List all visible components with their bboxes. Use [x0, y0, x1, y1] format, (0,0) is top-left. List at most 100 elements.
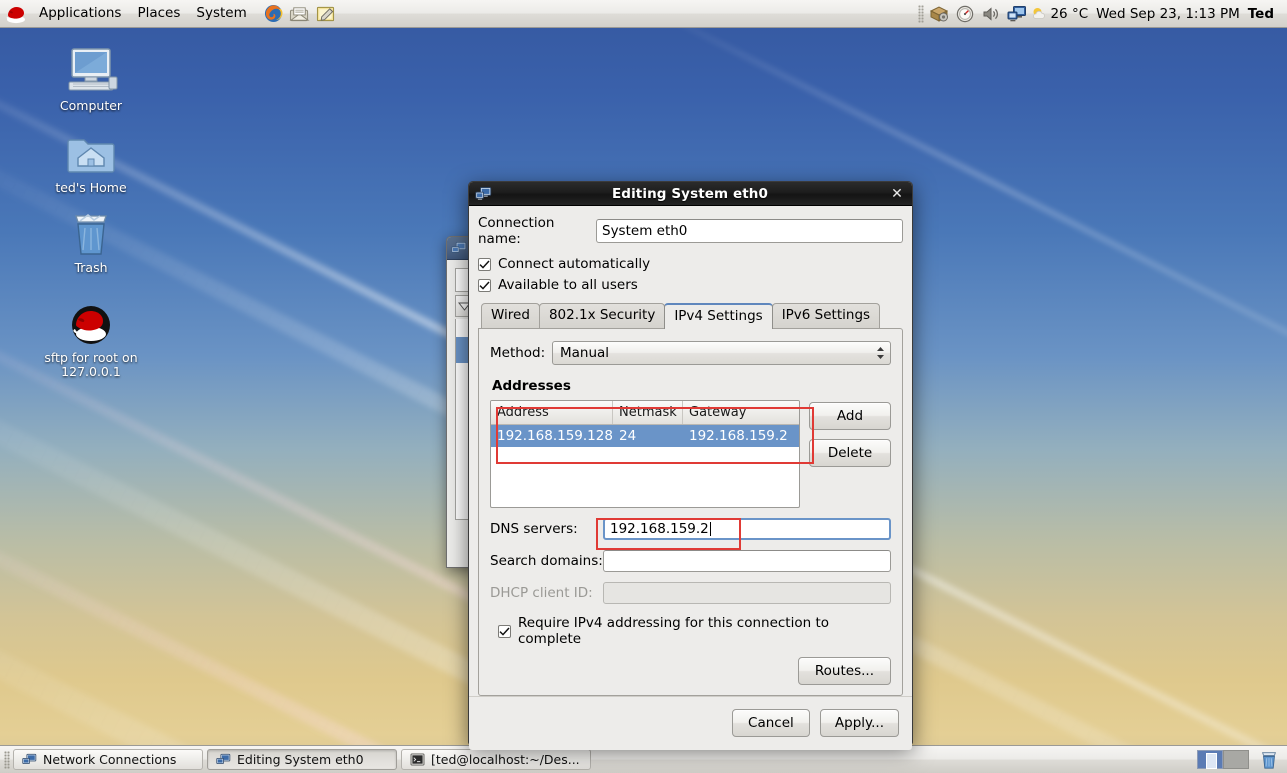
desktop-screen: Applications Places System — [0, 0, 1287, 773]
dhcp-client-id-input — [603, 582, 891, 604]
evolution-launcher-icon[interactable] — [287, 3, 313, 25]
cell-gateway: 192.168.159.2 — [683, 425, 799, 447]
menu-applications[interactable]: Applications — [32, 3, 128, 24]
dns-servers-label: DNS servers: — [490, 521, 603, 537]
routes-button[interactable]: Routes... — [798, 657, 891, 685]
menu-system[interactable]: System — [189, 3, 253, 24]
workspace-window-preview — [1206, 753, 1217, 769]
clock[interactable]: Wed Sep 23, 1:13 PM — [1090, 6, 1246, 22]
dns-servers-row: DNS servers: 192.168.159.2 — [490, 518, 891, 540]
cancel-button[interactable]: Cancel — [732, 709, 810, 737]
text-cursor — [710, 522, 711, 536]
require-ipv4-row[interactable]: Require IPv4 addressing for this connect… — [498, 615, 891, 647]
dialog-titlebar[interactable]: Editing System eth0 ✕ — [469, 182, 912, 206]
connect-automatically-checkbox[interactable] — [478, 258, 491, 271]
method-value: Manual — [560, 345, 874, 361]
taskbar-item-terminal[interactable]: [ted@localhost:~/Des... — [401, 749, 591, 770]
available-all-users-checkbox[interactable] — [478, 279, 491, 292]
connect-automatically-row[interactable]: Connect automatically — [478, 256, 903, 272]
addresses-buttons: Add Delete — [809, 400, 891, 508]
addresses-table-header: Address Netmask Gateway — [491, 401, 799, 425]
redhat-logo-icon[interactable] — [5, 4, 27, 24]
volume-icon[interactable] — [978, 3, 1004, 25]
column-address[interactable]: Address — [491, 401, 613, 424]
temperature-label: 26 °C — [1050, 6, 1090, 22]
add-button[interactable]: Add — [809, 402, 891, 430]
firefox-launcher-icon[interactable] — [261, 3, 287, 25]
home-folder-icon — [26, 126, 156, 178]
terminal-icon — [410, 753, 425, 766]
dhcp-client-id-label: DHCP client ID: — [490, 585, 603, 601]
desktop-icon-label: Computer — [58, 99, 124, 113]
table-row[interactable]: 192.168.159.128 24 192.168.159.2 — [491, 425, 799, 447]
method-label: Method: — [490, 345, 552, 361]
system-monitor-icon[interactable] — [952, 3, 978, 25]
tab-bar: Wired 802.1x Security IPv4 Settings IPv6… — [478, 303, 903, 328]
addresses-area: Address Netmask Gateway 192.168.159.128 … — [490, 400, 891, 508]
username-label[interactable]: Ted — [1246, 6, 1280, 22]
cell-netmask: 24 — [613, 425, 683, 447]
connection-name-row: Connection name: System eth0 — [478, 215, 903, 247]
partly-cloudy-icon[interactable] — [1030, 3, 1050, 25]
addresses-table-body: 192.168.159.128 24 192.168.159.2 — [491, 425, 799, 507]
ipv4-settings-panel: Method: Manual Addresses Address Netmask — [478, 328, 903, 696]
network-connections-icon — [22, 753, 37, 766]
connection-name-label: Connection name: — [478, 215, 596, 247]
column-netmask[interactable]: Netmask — [613, 401, 683, 424]
taskbar-item-editing-system-eth0[interactable]: Editing System eth0 — [207, 749, 397, 770]
require-ipv4-checkbox[interactable] — [498, 625, 511, 638]
dns-servers-input[interactable]: 192.168.159.2 — [603, 518, 891, 540]
gedit-launcher-icon[interactable] — [313, 3, 339, 25]
tab-wired[interactable]: Wired — [481, 303, 540, 328]
desktop-icon-label: ted's Home — [53, 181, 128, 195]
connect-automatically-label: Connect automatically — [498, 256, 650, 272]
taskbar-item-network-connections[interactable]: Network Connections — [13, 749, 203, 770]
chevron-updown-icon — [874, 346, 886, 360]
tab-ipv6-settings[interactable]: IPv6 Settings — [772, 303, 880, 328]
editing-connection-dialog: Editing System eth0 ✕ Connection name: S… — [468, 181, 913, 745]
addresses-table[interactable]: Address Netmask Gateway 192.168.159.128 … — [490, 400, 800, 508]
addresses-section-title: Addresses — [492, 378, 891, 394]
desktop-icon-home[interactable]: ted's Home — [26, 126, 156, 195]
desktop-icon-sftp-mount[interactable]: sftp for root on 127.0.0.1 — [26, 296, 156, 379]
close-icon[interactable]: ✕ — [886, 185, 908, 202]
desktop-icon-trash[interactable]: Trash — [26, 206, 156, 275]
taskbar-item-label: [ted@localhost:~/Des... — [431, 752, 580, 767]
cell-address: 192.168.159.128 — [491, 425, 613, 447]
tab-8021x-security[interactable]: 802.1x Security — [539, 303, 665, 328]
delete-button[interactable]: Delete — [809, 439, 891, 467]
workspace-2[interactable] — [1223, 750, 1249, 769]
available-all-users-label: Available to all users — [498, 277, 638, 293]
desktop-icon-label: sftp for root on 127.0.0.1 — [26, 351, 156, 379]
sftp-mount-icon — [26, 296, 156, 348]
desktop-icon-label: Trash — [72, 261, 109, 275]
top-panel-right: 26 °C Wed Sep 23, 1:13 PM Ted — [918, 3, 1287, 25]
package-updater-icon[interactable] — [926, 3, 952, 25]
tab-ipv4-settings[interactable]: IPv4 Settings — [664, 303, 772, 329]
menu-places[interactable]: Places — [130, 3, 187, 24]
desktop-icon-computer[interactable]: Computer — [26, 44, 156, 113]
dialog-title: Editing System eth0 — [494, 186, 886, 202]
workspace-switcher — [1197, 749, 1287, 771]
search-domains-input[interactable] — [603, 550, 891, 572]
network-icon[interactable] — [1004, 3, 1030, 25]
search-domains-row: Search domains: — [490, 550, 891, 572]
panel-grip[interactable] — [4, 751, 10, 769]
network-connections-icon — [216, 753, 231, 766]
column-gateway[interactable]: Gateway — [683, 401, 799, 424]
dialog-action-bar: Cancel Apply... — [469, 696, 912, 750]
panel-grip[interactable] — [918, 5, 924, 23]
dns-servers-value: 192.168.159.2 — [610, 521, 709, 537]
method-dropdown[interactable]: Manual — [552, 341, 891, 365]
apply-button[interactable]: Apply... — [820, 709, 899, 737]
taskbar-item-label: Network Connections — [43, 752, 176, 767]
workspace-1[interactable] — [1197, 750, 1223, 769]
trash-applet-icon[interactable] — [1257, 749, 1281, 771]
available-all-users-row[interactable]: Available to all users — [478, 277, 903, 293]
dialog-body: Connection name: System eth0 Connect aut… — [469, 206, 912, 696]
computer-icon — [26, 44, 156, 96]
require-ipv4-label: Require IPv4 addressing for this connect… — [518, 615, 891, 647]
routes-row: Routes... — [490, 657, 891, 685]
connection-name-input[interactable]: System eth0 — [596, 219, 903, 243]
method-row: Method: Manual — [490, 341, 891, 365]
